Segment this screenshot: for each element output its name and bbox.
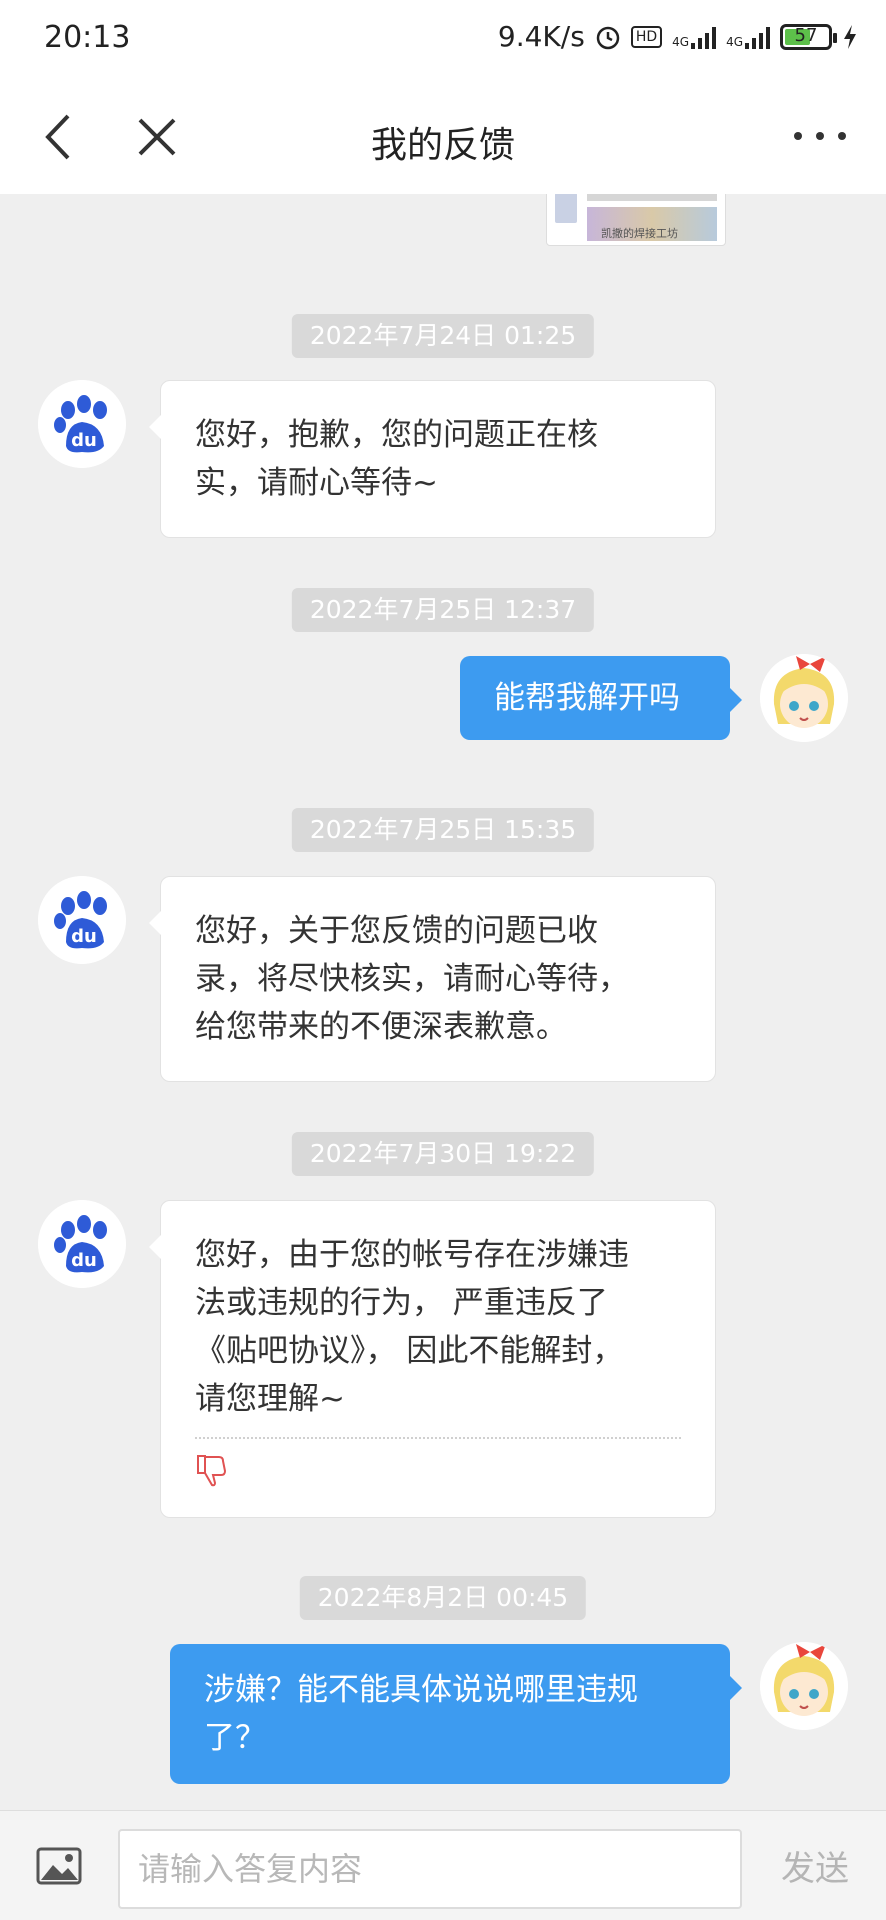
send-button[interactable]: 发送 — [760, 1829, 870, 1909]
network-type-2: 4G — [726, 34, 743, 49]
status-time: 20:13 — [44, 20, 131, 55]
baidu-message-bubble: 您好，由于您的帐号存在涉嫌违 法或违规的行为， 严重违反了 《贴吧协议》， 因此… — [149, 1200, 716, 1518]
chat-area[interactable]: 凯撒的焊接工坊 2022年7月24日 01:25 du 您好，抱歉，您的问题正在… — [0, 194, 886, 1810]
message-line: 您好，抱歉，您的问题正在核 — [195, 417, 598, 453]
baidu-message-bubble: 您好，抱歉，您的问题正在核 实，请耐心等待~ — [149, 380, 716, 538]
baidu-avatar[interactable]: du — [38, 876, 126, 964]
svg-text:du: du — [71, 926, 97, 947]
message-line: 录，将尽快核实，请耐心等待， — [195, 961, 629, 997]
message-line: 您好，由于您的帐号存在涉嫌违 — [195, 1237, 629, 1273]
message-line: 涉嫌？能不能具体说说哪里违规 — [204, 1672, 638, 1708]
signal-icon — [691, 25, 717, 49]
thumbs-down-icon[interactable] — [195, 1453, 227, 1487]
user-avatar[interactable] — [760, 1642, 848, 1730]
message-timestamp: 2022年7月24日 01:25 — [291, 314, 595, 358]
more-icon[interactable] — [794, 132, 846, 140]
baidu-message-bubble: 您好，关于您反馈的问题已收 录，将尽快核实，请耐心等待， 给您带来的不便深表歉意… — [149, 876, 716, 1082]
anime-character-avatar-icon — [760, 654, 848, 742]
baidu-paw-icon: du — [38, 876, 126, 964]
message-line: 您好，关于您反馈的问题已收 — [195, 913, 598, 949]
status-indicators: 9.4K/s HD 4G 4G 57 — [498, 20, 858, 53]
status-bar: 20:13 9.4K/s HD 4G 4G 57 — [0, 0, 886, 80]
thumbnail-caption: 凯撒的焊接工坊 — [601, 227, 678, 240]
battery-level: 57 — [794, 24, 818, 46]
svg-text:du: du — [71, 1250, 97, 1271]
message-line: 实，请耐心等待~ — [195, 465, 438, 501]
svg-text:du: du — [71, 430, 97, 451]
charging-icon — [844, 24, 856, 49]
user-avatar[interactable] — [760, 654, 848, 742]
user-message-bubble: 涉嫌？能不能具体说说哪里违规 了？ — [170, 1644, 742, 1784]
message-line: 了？ — [204, 1720, 266, 1756]
message-timestamp: 2022年8月2日 00:45 — [299, 1576, 587, 1620]
reply-input[interactable] — [118, 1829, 742, 1909]
baidu-avatar[interactable]: du — [38, 380, 126, 468]
message-timestamp: 2022年7月30日 19:22 — [291, 1132, 595, 1176]
nav-header: 我的反馈 — [0, 80, 886, 194]
baidu-avatar[interactable]: du — [38, 1200, 126, 1288]
message-line: 法或违规的行为， 严重违反了 — [195, 1285, 608, 1321]
message-line: 能帮我解开吗 — [494, 680, 680, 716]
page-title: 我的反馈 — [370, 125, 515, 166]
reply-input-bar: 发送 — [0, 1810, 886, 1920]
image-message-thumbnail[interactable]: 凯撒的焊接工坊 — [546, 194, 726, 246]
message-line: 《贴吧协议》， 因此不能解封， — [195, 1333, 624, 1369]
baidu-paw-icon: du — [38, 380, 126, 468]
message-line: 请您理解~ — [195, 1381, 345, 1417]
network-type-1: 4G — [672, 34, 690, 49]
image-icon[interactable] — [36, 1847, 82, 1885]
hd-badge: HD — [630, 25, 663, 48]
divider — [195, 1437, 681, 1439]
alarm-icon — [596, 26, 620, 49]
user-message-bubble: 能帮我解开吗 — [460, 656, 742, 740]
signal-icon — [745, 25, 770, 49]
network-speed: 9.4K/s — [497, 20, 585, 53]
message-timestamp: 2022年7月25日 12:37 — [291, 588, 595, 632]
message-line: 给您带来的不便深表歉意。 — [195, 1009, 567, 1045]
baidu-paw-icon: du — [38, 1200, 126, 1288]
anime-character-avatar-icon — [760, 1642, 848, 1730]
message-timestamp: 2022年7月25日 15:35 — [291, 808, 595, 852]
battery-icon: 57 — [780, 23, 837, 50]
